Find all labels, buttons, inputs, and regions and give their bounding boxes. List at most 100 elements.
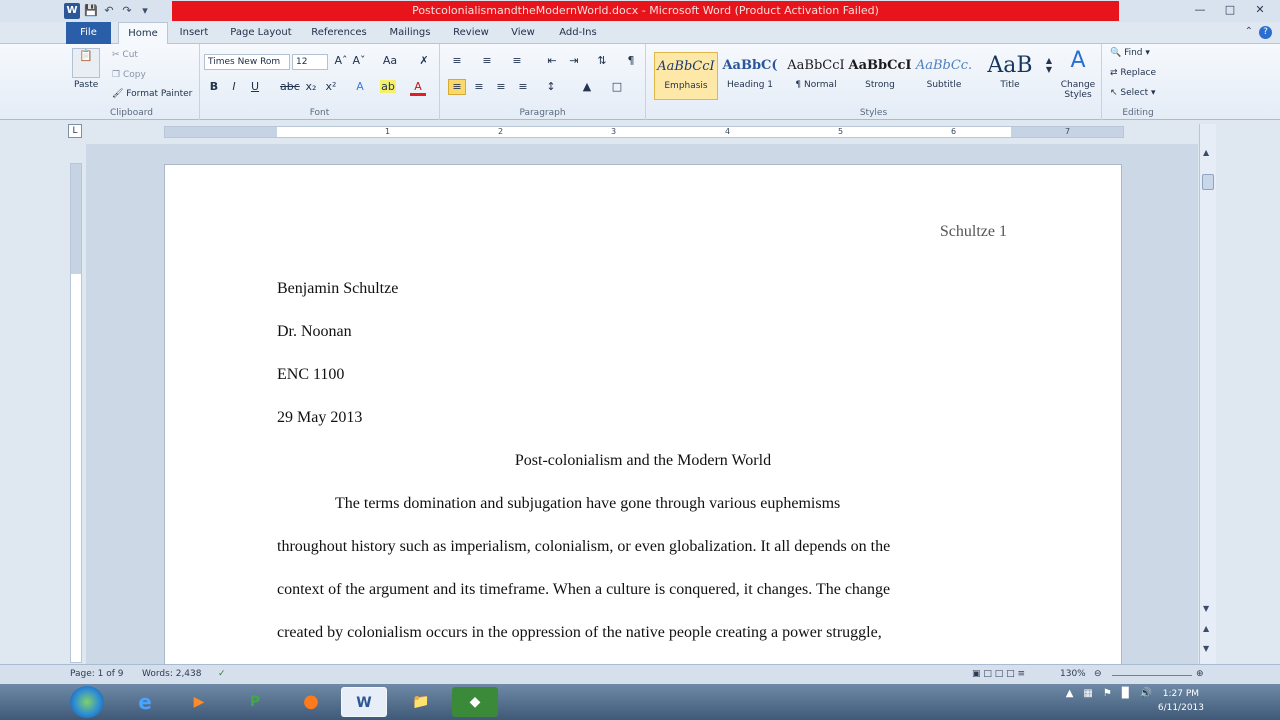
change-styles-icon[interactable]: A bbox=[1058, 48, 1098, 73]
style-normal[interactable]: AaBbCcI ¶ Normal bbox=[784, 52, 848, 100]
vertical-scrollbar[interactable]: ▲ ▼ ▲ ▼ bbox=[1199, 124, 1216, 664]
network-icon[interactable]: ▦ bbox=[1083, 688, 1092, 699]
customize-toolbar-icon[interactable]: ▾ bbox=[138, 4, 152, 18]
bold-icon[interactable]: B bbox=[208, 80, 220, 93]
change-case-icon[interactable]: Aa bbox=[380, 54, 400, 67]
tab-page-layout[interactable]: Page Layout bbox=[225, 22, 297, 44]
proofing-icon[interactable]: ✓ bbox=[218, 669, 226, 679]
style-heading-1[interactable]: AaBbC( Heading 1 bbox=[718, 52, 782, 100]
minimize-button[interactable]: — bbox=[1186, 1, 1214, 19]
format-painter-button[interactable]: 🖌 Format Painter bbox=[112, 89, 192, 99]
style-strong[interactable]: AaBbCcI Strong bbox=[848, 52, 912, 100]
internet-explorer-icon[interactable]: e bbox=[122, 687, 168, 717]
subscript-icon[interactable]: x₂ bbox=[304, 80, 318, 93]
underline-icon[interactable]: U bbox=[248, 80, 262, 93]
minimize-ribbon-icon[interactable]: ⌃ bbox=[1245, 26, 1253, 39]
clear-formatting-icon[interactable]: ✗ bbox=[416, 54, 432, 67]
publisher-icon[interactable]: P bbox=[232, 687, 278, 717]
scrollbar-thumb[interactable] bbox=[1202, 174, 1214, 190]
help-icon[interactable]: ? bbox=[1259, 26, 1272, 39]
sort-icon[interactable]: ⇅ bbox=[594, 54, 610, 67]
document-area[interactable]: Schultze 1 Benjamin Schultze Dr. Noonan … bbox=[86, 144, 1198, 664]
start-button[interactable] bbox=[70, 686, 104, 718]
cut-button[interactable]: ✂ Cut bbox=[112, 50, 138, 60]
select-button[interactable]: ↖ Select ▾ bbox=[1110, 88, 1156, 98]
redo-icon[interactable]: ↷ bbox=[120, 4, 134, 18]
style-title[interactable]: AaB Title bbox=[978, 52, 1042, 100]
volume-icon[interactable]: 🔊 bbox=[1140, 688, 1152, 699]
tab-mailings[interactable]: Mailings bbox=[381, 22, 439, 44]
highlight-icon[interactable]: ab bbox=[380, 80, 396, 93]
copy-button[interactable]: ❐ Copy bbox=[112, 70, 146, 80]
italic-icon[interactable]: I bbox=[228, 80, 240, 93]
next-page-icon[interactable]: ▼ bbox=[1203, 644, 1209, 653]
word-count[interactable]: Words: 2,438 bbox=[142, 669, 201, 679]
tab-add-ins[interactable]: Add-Ins bbox=[553, 22, 603, 44]
decrease-indent-icon[interactable]: ⇤ bbox=[544, 54, 560, 67]
show-formatting-icon[interactable]: ¶ bbox=[624, 54, 638, 67]
word-taskbar-icon[interactable]: W bbox=[341, 687, 387, 717]
zoom-in-icon[interactable]: ⊕ bbox=[1196, 669, 1204, 679]
font-name-select[interactable]: Times New Rom bbox=[204, 54, 290, 70]
file-explorer-icon[interactable]: 📁 bbox=[398, 687, 444, 717]
tab-insert[interactable]: Insert bbox=[172, 22, 216, 44]
horizontal-ruler[interactable]: 1 2 3 4 5 6 7 bbox=[164, 126, 1124, 138]
view-buttons[interactable]: ▣ □ □ □ ≡ bbox=[972, 669, 1025, 679]
font-color-icon[interactable]: A bbox=[410, 80, 426, 96]
align-left-icon[interactable]: ≡ bbox=[448, 79, 466, 95]
action-center-icon[interactable]: ⚑ bbox=[1103, 688, 1112, 699]
undo-icon[interactable]: ↶ bbox=[102, 4, 116, 18]
numbering-icon[interactable]: ≡ bbox=[478, 54, 496, 67]
align-right-icon[interactable]: ≡ bbox=[492, 80, 510, 93]
scroll-up-icon[interactable]: ▲ bbox=[1203, 148, 1209, 157]
word-app-icon[interactable]: W bbox=[64, 3, 80, 19]
tab-view[interactable]: View bbox=[503, 22, 543, 44]
save-icon[interactable]: 💾 bbox=[84, 4, 98, 18]
text-effects-icon[interactable]: A bbox=[352, 80, 368, 93]
align-center-icon[interactable]: ≡ bbox=[470, 80, 488, 93]
show-hidden-icons-icon[interactable]: ▲ bbox=[1066, 688, 1074, 699]
zoom-level[interactable]: 130% bbox=[1060, 669, 1086, 679]
zoom-slider[interactable] bbox=[1112, 675, 1192, 676]
close-button[interactable]: ✕ bbox=[1246, 1, 1274, 19]
vertical-ruler[interactable] bbox=[70, 163, 82, 663]
camtasia-icon[interactable]: ◆ bbox=[452, 687, 498, 717]
ruler-number: 2 bbox=[498, 127, 504, 136]
zoom-out-icon[interactable]: ⊖ bbox=[1094, 669, 1102, 679]
justify-icon[interactable]: ≡ bbox=[514, 80, 532, 93]
media-player-icon[interactable]: ▶ bbox=[176, 687, 222, 717]
superscript-icon[interactable]: x² bbox=[324, 80, 338, 93]
styles-scroll-icon[interactable]: ▲ ▼ bbox=[1044, 56, 1054, 74]
tab-selector[interactable]: L bbox=[68, 124, 82, 138]
find-button[interactable]: 🔍 Find ▾ bbox=[1110, 48, 1150, 58]
multilevel-list-icon[interactable]: ≡ bbox=[508, 54, 526, 67]
previous-page-icon[interactable]: ▲ bbox=[1203, 624, 1209, 633]
firefox-icon[interactable]: ● bbox=[288, 687, 334, 717]
increase-indent-icon[interactable]: ⇥ bbox=[566, 54, 582, 67]
page-count[interactable]: Page: 1 of 9 bbox=[70, 669, 124, 679]
scroll-down-icon[interactable]: ▼ bbox=[1203, 604, 1209, 613]
font-size-select[interactable]: 12 bbox=[292, 54, 328, 70]
document-page[interactable]: Schultze 1 Benjamin Schultze Dr. Noonan … bbox=[164, 164, 1122, 664]
tab-references[interactable]: References bbox=[306, 22, 372, 44]
tab-home[interactable]: Home bbox=[118, 22, 168, 44]
tab-file[interactable]: File bbox=[66, 22, 111, 44]
clock[interactable]: 1:27 PM 6/11/2013 bbox=[1158, 687, 1204, 715]
paste-button[interactable]: Paste bbox=[74, 80, 98, 90]
bullets-icon[interactable]: ≡ bbox=[448, 54, 466, 67]
replace-button[interactable]: ⇄ Replace bbox=[1110, 68, 1156, 78]
shrink-font-icon[interactable]: Aˇ bbox=[352, 54, 366, 67]
grow-font-icon[interactable]: Aˆ bbox=[334, 54, 348, 67]
style-emphasis[interactable]: AaBbCcI Emphasis bbox=[654, 52, 718, 100]
style-subtitle[interactable]: AaBbCc. Subtitle bbox=[912, 52, 976, 100]
borders-icon[interactable]: □ bbox=[608, 80, 626, 93]
signal-icon[interactable]: ▉ bbox=[1122, 688, 1130, 699]
change-styles-button[interactable]: Change Styles bbox=[1058, 80, 1098, 100]
strikethrough-icon[interactable]: abc bbox=[280, 80, 300, 93]
paste-icon[interactable]: 📋 bbox=[72, 48, 100, 78]
select-label: Select bbox=[1120, 88, 1149, 98]
shading-icon[interactable]: ▲ bbox=[578, 80, 596, 93]
tab-review[interactable]: Review bbox=[447, 22, 495, 44]
line-spacing-icon[interactable]: ↕ bbox=[542, 80, 560, 93]
maximize-button[interactable]: □ bbox=[1216, 1, 1244, 19]
